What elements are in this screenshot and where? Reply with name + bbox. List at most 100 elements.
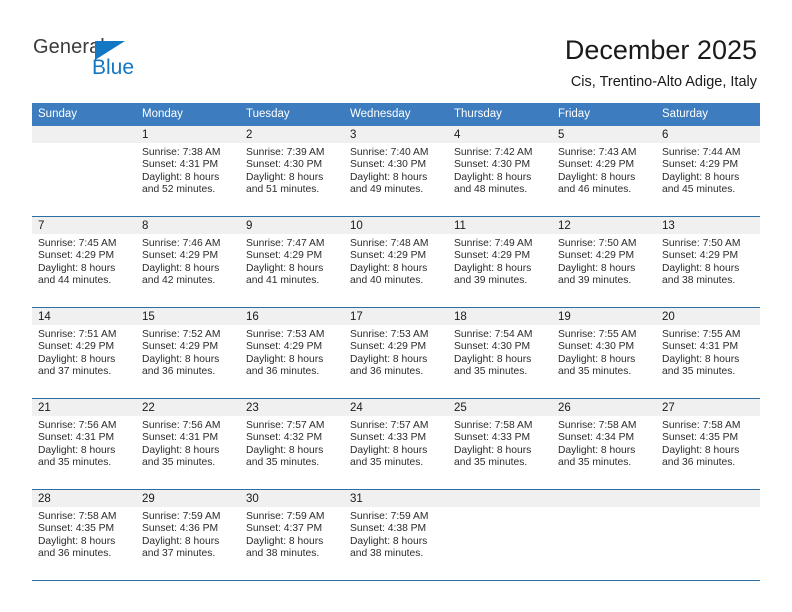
day-cell[interactable] [552, 489, 656, 581]
day-cell[interactable]: 17 Sunrise: 7:53 AM Sunset: 4:29 PM Dayl… [344, 307, 448, 399]
daylight-text-line1: Daylight: 8 hours [142, 171, 220, 183]
day-number: 2 [240, 126, 344, 143]
day-cell[interactable]: 27 Sunrise: 7:58 AM Sunset: 4:35 PM Dayl… [656, 398, 760, 490]
generalblue-logo[interactable]: General Blue [33, 36, 163, 84]
day-number: 12 [552, 217, 656, 234]
daylight-text-line2: and 39 minutes. [558, 274, 632, 286]
sunrise-text: Sunrise: 7:56 AM [142, 420, 221, 431]
day-cell[interactable]: 9 Sunrise: 7:47 AM Sunset: 4:29 PM Dayli… [240, 216, 344, 308]
sunrise-text: Sunrise: 7:54 AM [454, 329, 533, 340]
day-cell[interactable]: 7 Sunrise: 7:45 AM Sunset: 4:29 PM Dayli… [32, 216, 136, 308]
week-row: 7 Sunrise: 7:45 AM Sunset: 4:29 PM Dayli… [32, 216, 760, 308]
daylight-text-line2: and 37 minutes. [38, 365, 112, 377]
page-title: December 2025 [564, 35, 757, 65]
day-info: Sunrise: 7:57 AM Sunset: 4:33 PM Dayligh… [344, 416, 448, 469]
day-cell-inner [656, 490, 760, 580]
day-cell[interactable]: 20 Sunrise: 7:55 AM Sunset: 4:31 PM Dayl… [656, 307, 760, 399]
day-cell[interactable]: 8 Sunrise: 7:46 AM Sunset: 4:29 PM Dayli… [136, 216, 240, 308]
day-cell-inner: 16 Sunrise: 7:53 AM Sunset: 4:29 PM Dayl… [240, 308, 344, 398]
day-cell[interactable]: 11 Sunrise: 7:49 AM Sunset: 4:29 PM Dayl… [448, 216, 552, 308]
day-info: Sunrise: 7:56 AM Sunset: 4:31 PM Dayligh… [32, 416, 136, 469]
daylight-text-line2: and 35 minutes. [454, 365, 528, 377]
daylight-text-line2: and 39 minutes. [454, 274, 528, 286]
daylight-text-line2: and 35 minutes. [350, 456, 424, 468]
day-info: Sunrise: 7:38 AM Sunset: 4:31 PM Dayligh… [136, 143, 240, 196]
day-cell[interactable]: 19 Sunrise: 7:55 AM Sunset: 4:30 PM Dayl… [552, 307, 656, 399]
day-cell[interactable]: 25 Sunrise: 7:58 AM Sunset: 4:33 PM Dayl… [448, 398, 552, 490]
sunrise-text: Sunrise: 7:44 AM [662, 147, 741, 158]
page-header: General Blue December 2025 Cis, Trentino… [0, 0, 792, 100]
sunrise-text: Sunrise: 7:38 AM [142, 147, 221, 158]
day-cell[interactable]: 10 Sunrise: 7:48 AM Sunset: 4:29 PM Dayl… [344, 216, 448, 308]
day-cell-inner: 2 Sunrise: 7:39 AM Sunset: 4:30 PM Dayli… [240, 126, 344, 216]
daylight-text-line2: and 36 minutes. [38, 547, 112, 559]
day-cell[interactable]: 18 Sunrise: 7:54 AM Sunset: 4:30 PM Dayl… [448, 307, 552, 399]
day-cell[interactable]: 21 Sunrise: 7:56 AM Sunset: 4:31 PM Dayl… [32, 398, 136, 490]
day-info: Sunrise: 7:46 AM Sunset: 4:29 PM Dayligh… [136, 234, 240, 287]
sunset-text: Sunset: 4:37 PM [246, 523, 323, 535]
day-cell[interactable]: 3 Sunrise: 7:40 AM Sunset: 4:30 PM Dayli… [344, 126, 448, 217]
day-cell[interactable] [656, 489, 760, 581]
daylight-text-line2: and 35 minutes. [246, 456, 320, 468]
day-cell-inner: 9 Sunrise: 7:47 AM Sunset: 4:29 PM Dayli… [240, 217, 344, 307]
sunset-text: Sunset: 4:38 PM [350, 523, 427, 535]
day-cell[interactable]: 12 Sunrise: 7:50 AM Sunset: 4:29 PM Dayl… [552, 216, 656, 308]
sunset-text: Sunset: 4:30 PM [454, 159, 531, 171]
sunrise-text: Sunrise: 7:55 AM [662, 329, 741, 340]
day-cell-inner: 7 Sunrise: 7:45 AM Sunset: 4:29 PM Dayli… [32, 217, 136, 307]
day-cell[interactable]: 13 Sunrise: 7:50 AM Sunset: 4:29 PM Dayl… [656, 216, 760, 308]
day-number: 6 [656, 126, 760, 143]
week-row: 28 Sunrise: 7:58 AM Sunset: 4:35 PM Dayl… [32, 489, 760, 581]
day-cell-inner [32, 126, 136, 216]
day-number: 4 [448, 126, 552, 143]
daylight-text-line1: Daylight: 8 hours [558, 353, 636, 365]
daylight-text-line1: Daylight: 8 hours [454, 171, 532, 183]
daylight-text-line1: Daylight: 8 hours [558, 444, 636, 456]
sunrise-text: Sunrise: 7:58 AM [662, 420, 741, 431]
day-cell[interactable]: 1 Sunrise: 7:38 AM Sunset: 4:31 PM Dayli… [136, 126, 240, 217]
day-cell[interactable]: 16 Sunrise: 7:53 AM Sunset: 4:29 PM Dayl… [240, 307, 344, 399]
day-cell[interactable]: 31 Sunrise: 7:59 AM Sunset: 4:38 PM Dayl… [344, 489, 448, 581]
day-info: Sunrise: 7:44 AM Sunset: 4:29 PM Dayligh… [656, 143, 760, 196]
daylight-text-line2: and 52 minutes. [142, 183, 216, 195]
calendar-table: Sunday Monday Tuesday Wednesday Thursday… [32, 103, 760, 581]
day-cell[interactable]: 2 Sunrise: 7:39 AM Sunset: 4:30 PM Dayli… [240, 126, 344, 217]
daylight-text-line1: Daylight: 8 hours [246, 171, 324, 183]
sunset-text: Sunset: 4:29 PM [142, 250, 219, 262]
daylight-text-line1: Daylight: 8 hours [142, 262, 220, 274]
day-cell[interactable]: 24 Sunrise: 7:57 AM Sunset: 4:33 PM Dayl… [344, 398, 448, 490]
day-cell[interactable] [32, 126, 136, 217]
day-number [448, 490, 552, 507]
day-cell[interactable]: 15 Sunrise: 7:52 AM Sunset: 4:29 PM Dayl… [136, 307, 240, 399]
day-cell[interactable]: 5 Sunrise: 7:43 AM Sunset: 4:29 PM Dayli… [552, 126, 656, 217]
daylight-text-line2: and 35 minutes. [662, 365, 736, 377]
weekday-header-row: Sunday Monday Tuesday Wednesday Thursday… [32, 103, 760, 126]
daylight-text-line2: and 36 minutes. [246, 365, 320, 377]
day-number: 19 [552, 308, 656, 325]
day-number: 3 [344, 126, 448, 143]
daylight-text-line2: and 45 minutes. [662, 183, 736, 195]
daylight-text-line1: Daylight: 8 hours [558, 171, 636, 183]
day-cell[interactable] [448, 489, 552, 581]
day-cell[interactable]: 26 Sunrise: 7:58 AM Sunset: 4:34 PM Dayl… [552, 398, 656, 490]
day-cell[interactable]: 22 Sunrise: 7:56 AM Sunset: 4:31 PM Dayl… [136, 398, 240, 490]
day-cell[interactable]: 6 Sunrise: 7:44 AM Sunset: 4:29 PM Dayli… [656, 126, 760, 217]
sunset-text: Sunset: 4:31 PM [662, 341, 739, 353]
day-number [552, 490, 656, 507]
sunrise-text: Sunrise: 7:45 AM [38, 238, 117, 249]
day-cell[interactable]: 14 Sunrise: 7:51 AM Sunset: 4:29 PM Dayl… [32, 307, 136, 399]
day-cell[interactable]: 28 Sunrise: 7:58 AM Sunset: 4:35 PM Dayl… [32, 489, 136, 581]
day-cell-inner: 20 Sunrise: 7:55 AM Sunset: 4:31 PM Dayl… [656, 308, 760, 398]
day-cell[interactable]: 23 Sunrise: 7:57 AM Sunset: 4:32 PM Dayl… [240, 398, 344, 490]
day-info: Sunrise: 7:43 AM Sunset: 4:29 PM Dayligh… [552, 143, 656, 196]
day-cell[interactable]: 4 Sunrise: 7:42 AM Sunset: 4:30 PM Dayli… [448, 126, 552, 217]
sunrise-text: Sunrise: 7:50 AM [662, 238, 741, 249]
day-cell[interactable]: 30 Sunrise: 7:59 AM Sunset: 4:37 PM Dayl… [240, 489, 344, 581]
day-number: 10 [344, 217, 448, 234]
sunset-text: Sunset: 4:31 PM [38, 432, 115, 444]
day-cell[interactable]: 29 Sunrise: 7:59 AM Sunset: 4:36 PM Dayl… [136, 489, 240, 581]
sunset-text: Sunset: 4:29 PM [558, 159, 635, 171]
day-info: Sunrise: 7:42 AM Sunset: 4:30 PM Dayligh… [448, 143, 552, 196]
sunrise-text: Sunrise: 7:42 AM [454, 147, 533, 158]
daylight-text-line2: and 51 minutes. [246, 183, 320, 195]
